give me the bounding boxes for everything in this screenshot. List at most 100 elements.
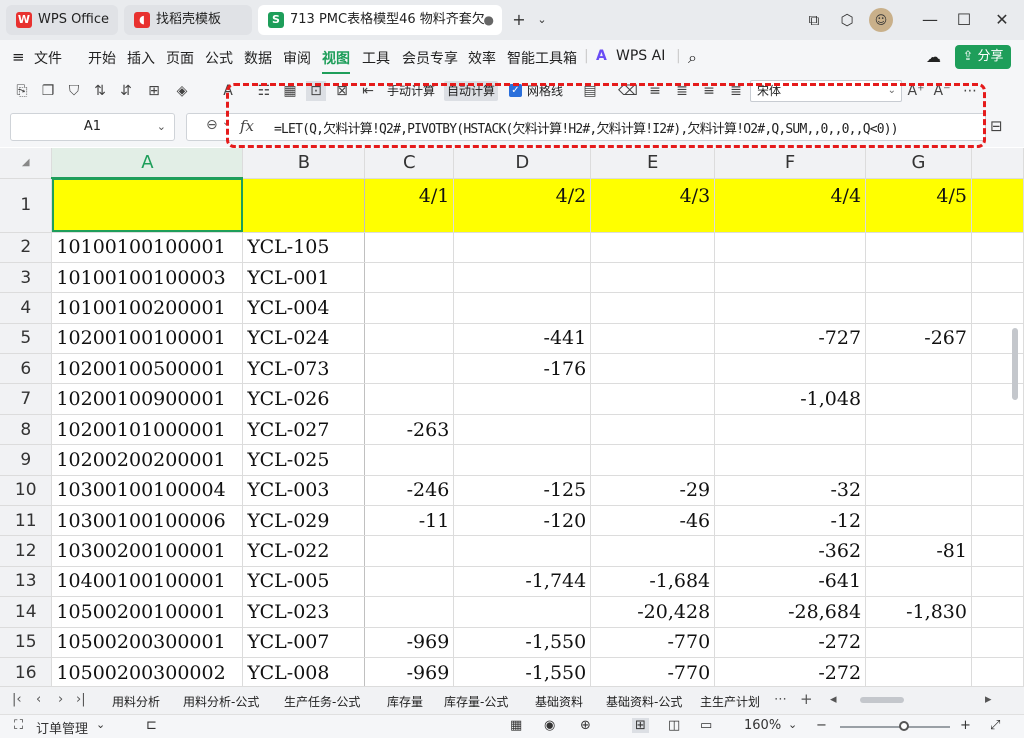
tab-active-workbook[interactable]: S 713 PMC表格模型46 物料齐套欠 ● (258, 5, 502, 35)
user-avatar[interactable]: ☺ (869, 8, 893, 32)
shortage-cell-e[interactable]: -29 (590, 475, 716, 507)
shortage-cell-e[interactable] (590, 444, 716, 476)
scroll-right-icon[interactable]: ▸ (985, 692, 992, 707)
menu-home[interactable]: 开始 (88, 48, 116, 68)
shortage-cell-d[interactable]: -1,550 (453, 657, 592, 686)
shortage-cell-g[interactable] (865, 657, 972, 686)
item-name-cell[interactable]: YCL-105 (242, 232, 366, 263)
align-left-icon[interactable]: ≡ (645, 81, 665, 101)
tab-docer-templates[interactable]: ◖ 找稻壳模板 (124, 5, 252, 35)
column-header-d[interactable]: D (453, 148, 592, 179)
sheet-manager-label[interactable]: 订单管理 (36, 718, 88, 737)
menu-smart-toolbox[interactable]: 智能工具箱 (507, 48, 577, 68)
sheet-tab[interactable]: 库存量 (387, 693, 423, 710)
sort-descending-icon[interactable]: ⇵ (116, 81, 136, 101)
menu-view[interactable]: 视图 (322, 48, 350, 74)
shortage-cell-f[interactable]: -727 (714, 323, 867, 355)
hamburger-menu-icon[interactable]: ≡ (12, 48, 25, 66)
zoom-in-icon[interactable]: + (960, 718, 971, 733)
cell-a1-selected[interactable] (51, 178, 244, 233)
grid-layout-icon[interactable]: ▤ (580, 81, 600, 101)
font-size-increase-icon[interactable]: A⁺ (906, 81, 926, 101)
row-header[interactable]: 1 (0, 178, 53, 233)
shortage-cell-f[interactable]: -32 (714, 475, 867, 507)
manual-calc-button[interactable]: 手动计算 (384, 81, 438, 101)
item-code-cell[interactable]: 10200100500001 (51, 353, 244, 385)
shortage-cell-d[interactable] (453, 444, 592, 476)
column-header-f[interactable]: F (714, 148, 867, 179)
cell[interactable] (971, 535, 1024, 567)
date-header-cell[interactable]: 4/1 (364, 178, 455, 233)
shortage-cell-g[interactable] (865, 444, 972, 476)
expand-formula-icon[interactable]: ⊟ (990, 117, 1003, 135)
shortage-cell-c[interactable]: -246 (364, 475, 455, 507)
menu-member[interactable]: 会员专享 (402, 48, 458, 68)
sheet-tab[interactable]: 库存量-公式 (444, 693, 508, 710)
shortage-cell-c[interactable] (364, 262, 455, 294)
column-header-h[interactable] (971, 148, 1024, 179)
item-code-cell[interactable]: 10100100200001 (51, 292, 244, 324)
normal-view-icon[interactable]: ⊞ (632, 718, 649, 733)
menu-tools[interactable]: 工具 (362, 48, 390, 68)
select-all-corner[interactable]: ◢ (0, 148, 53, 179)
item-name-cell[interactable]: YCL-003 (242, 475, 366, 507)
menu-insert[interactable]: 插入 (127, 48, 155, 68)
shortage-cell-f[interactable]: -362 (714, 535, 867, 567)
shortage-cell-g[interactable] (865, 475, 972, 507)
more-options-icon[interactable]: ⋯ (960, 81, 980, 101)
item-code-cell[interactable]: 10200100900001 (51, 383, 244, 415)
item-name-cell[interactable]: YCL-023 (242, 596, 366, 628)
item-code-cell[interactable]: 10200200200001 (51, 444, 244, 476)
item-name-cell[interactable]: YCL-025 (242, 444, 366, 476)
row-header[interactable]: 9 (0, 444, 53, 476)
more-sheets-icon[interactable]: ⋯ (774, 692, 787, 707)
shortage-cell-g[interactable] (865, 414, 972, 446)
row-header[interactable]: 2 (0, 232, 53, 263)
item-code-cell[interactable]: 10200100100001 (51, 323, 244, 355)
item-code-cell[interactable]: 10300200100001 (51, 535, 244, 567)
vertical-scrollbar[interactable] (1012, 328, 1018, 400)
column-header-c[interactable]: C (364, 148, 455, 179)
copy-icon[interactable]: ❐ (38, 81, 58, 101)
sheet-tab[interactable]: 基础资料 (535, 693, 583, 710)
freeze-panes-icon[interactable]: ☷ (254, 81, 274, 101)
new-tab-button[interactable]: + (507, 8, 531, 32)
sheet-tab[interactable]: 主生产计划 (700, 693, 760, 710)
fx-icon[interactable]: fx (240, 117, 254, 135)
cell[interactable] (971, 505, 1024, 537)
sheet-tab[interactable]: 生产任务-公式 (284, 693, 360, 710)
zoom-slider-handle[interactable] (899, 721, 909, 731)
gridlines-checkbox[interactable]: ✓ (509, 84, 522, 97)
shortage-cell-g[interactable] (865, 383, 972, 415)
justify-icon[interactable]: ≣ (726, 81, 746, 101)
item-name-cell[interactable]: YCL-029 (242, 505, 366, 537)
cube-icon[interactable]: ⬡ (835, 8, 859, 32)
shortage-cell-e[interactable] (590, 262, 716, 294)
font-size-decrease-icon[interactable]: A⁻ (932, 81, 952, 101)
align-center-icon[interactable]: ≣ (672, 81, 692, 101)
shortage-cell-d[interactable]: -441 (453, 323, 592, 355)
close-button[interactable]: ✕ (990, 8, 1014, 32)
menu-data[interactable]: 数据 (244, 48, 272, 68)
cell[interactable] (971, 232, 1024, 263)
shortage-cell-d[interactable] (453, 596, 592, 628)
shortage-cell-c[interactable]: -11 (364, 505, 455, 537)
shortage-cell-e[interactable]: -46 (590, 505, 716, 537)
macro-icon[interactable]: ⊏ (146, 718, 157, 733)
item-name-cell[interactable]: YCL-073 (242, 353, 366, 385)
shortage-cell-c[interactable] (364, 535, 455, 567)
date-header-cell[interactable]: 4/4 (714, 178, 867, 233)
formula-text[interactable]: =LET(Q,欠料计算!Q2#,PIVOTBY(HSTACK(欠料计算!H2#,… (274, 118, 899, 137)
spreadsheet-grid[interactable]: ◢ A B C D E F G 1 4/1 4/2 4/3 4/4 4/5 2 … (0, 148, 1024, 686)
item-name-cell[interactable]: YCL-026 (242, 383, 366, 415)
shortage-cell-c[interactable] (364, 383, 455, 415)
name-box[interactable]: A1 ⌄ (10, 113, 175, 141)
row-header[interactable]: 6 (0, 353, 53, 385)
zoom-level[interactable]: 160% (744, 718, 781, 733)
item-code-cell[interactable]: 10100100100001 (51, 232, 244, 263)
split-icon[interactable]: ▦ (280, 81, 300, 101)
position-icon[interactable]: ⊕ (580, 718, 591, 733)
shortage-cell-f[interactable]: -272 (714, 627, 867, 658)
date-header-cell[interactable]: 4/5 (865, 178, 972, 233)
item-name-cell[interactable]: YCL-005 (242, 566, 366, 598)
